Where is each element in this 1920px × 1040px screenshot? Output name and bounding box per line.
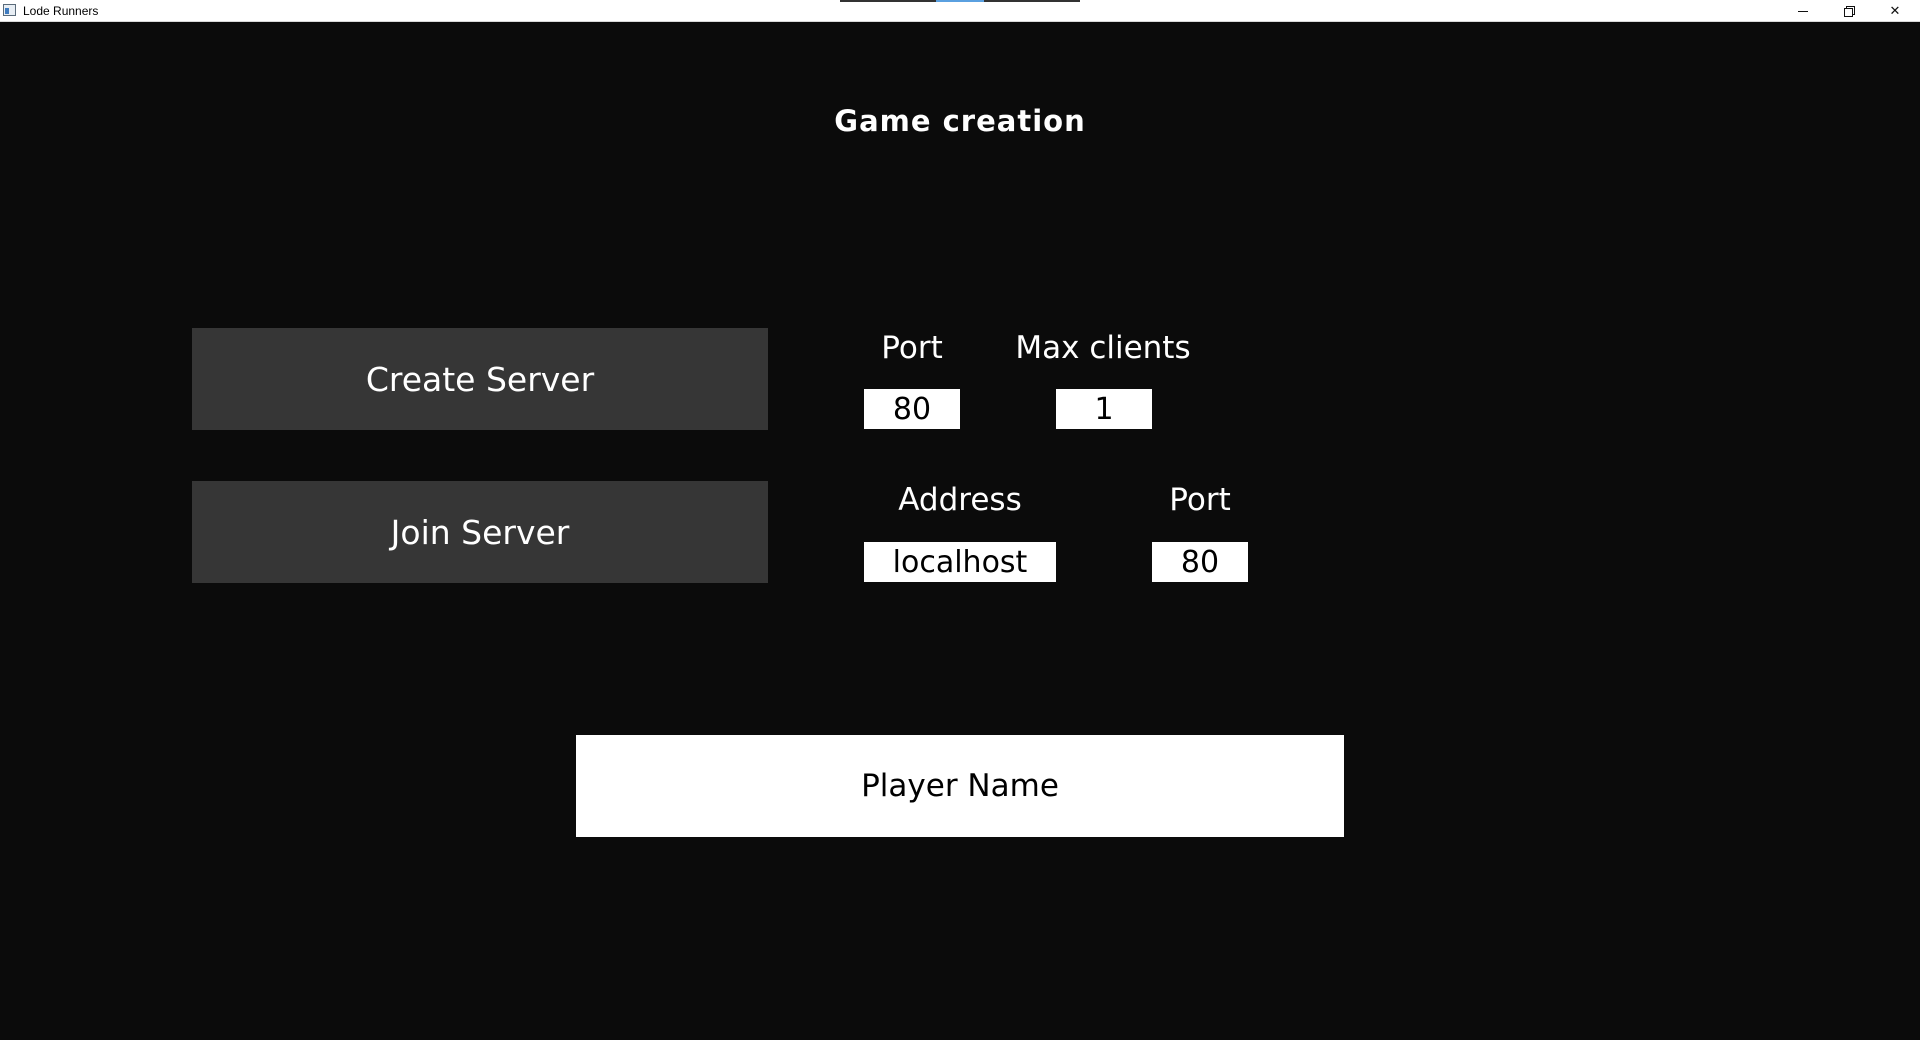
page-title: Game creation [834, 104, 1086, 138]
max-clients-input[interactable] [1056, 389, 1152, 429]
join-server-button[interactable]: Join Server [192, 481, 768, 583]
restore-icon [1844, 6, 1855, 17]
join-port-label: Port [1169, 482, 1231, 518]
close-button[interactable]: ✕ [1872, 0, 1918, 22]
player-name-input[interactable] [576, 735, 1344, 837]
minimize-icon [1798, 10, 1808, 12]
app-window-icon [3, 4, 16, 16]
minimize-button[interactable] [1780, 0, 1826, 22]
restore-button[interactable] [1826, 0, 1872, 22]
join-port-input[interactable] [1152, 542, 1248, 582]
create-port-input[interactable] [864, 389, 960, 429]
max-clients-label: Max clients [1015, 330, 1191, 366]
drag-indicator [840, 0, 1080, 2]
window-title: Lode Runners [23, 4, 99, 18]
create-server-label: Create Server [365, 359, 595, 399]
create-port-label: Port [881, 330, 943, 366]
address-label: Address [898, 482, 1022, 518]
close-icon: ✕ [1889, 3, 1901, 19]
create-server-button[interactable]: Create Server [192, 328, 768, 430]
title-bar[interactable]: Lode Runners ✕ [0, 0, 1920, 22]
join-server-label: Join Server [390, 512, 570, 552]
drag-indicator-highlight [936, 0, 984, 2]
address-input[interactable] [864, 542, 1056, 582]
